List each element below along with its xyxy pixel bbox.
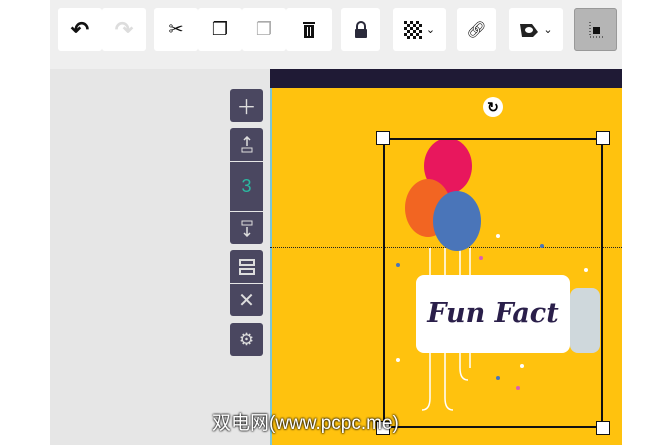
shape-button[interactable]: ⌄ bbox=[509, 8, 563, 51]
checkerboard-icon bbox=[403, 20, 422, 39]
transparency-button[interactable]: ⌄ bbox=[393, 8, 446, 51]
add-page-button[interactable]: ＋ bbox=[230, 89, 263, 122]
selection-box[interactable] bbox=[383, 138, 603, 428]
page-number: 3 bbox=[230, 162, 263, 211]
move-up-button[interactable] bbox=[230, 128, 263, 161]
paste-button[interactable]: ❐ bbox=[242, 8, 286, 51]
redo-icon: ↷ bbox=[114, 16, 134, 42]
position-button[interactable] bbox=[574, 8, 617, 51]
duplicate-page-button[interactable] bbox=[230, 250, 263, 283]
undo-button[interactable]: ↶ bbox=[58, 8, 102, 51]
chevron-down-icon: ⌄ bbox=[425, 24, 436, 36]
chevron-down-icon: ⌄ bbox=[543, 24, 553, 36]
redo-button[interactable]: ↷ bbox=[102, 8, 146, 51]
duplicate-icon bbox=[238, 258, 255, 275]
gear-icon: ⚙ bbox=[238, 329, 255, 349]
toolbar: ↶ ↷ ✂ ❐ ❐ ⌄ 🔗︎ ⌄ bbox=[50, 0, 622, 69]
paste-icon: ❐ bbox=[255, 19, 273, 39]
cut-button[interactable]: ✂ bbox=[154, 8, 198, 51]
move-down-icon bbox=[241, 220, 252, 237]
position-icon bbox=[589, 21, 605, 37]
page-settings-button[interactable]: ⚙ bbox=[230, 323, 263, 356]
close-icon: ✕ bbox=[238, 289, 255, 312]
resize-handle[interactable] bbox=[596, 421, 610, 435]
watermark: 双电网(www.pcpc.me) bbox=[212, 413, 399, 434]
delete-page-button[interactable]: ✕ bbox=[230, 284, 263, 316]
resize-handle[interactable] bbox=[596, 131, 610, 145]
plus-icon: ＋ bbox=[236, 97, 257, 119]
shape-icon bbox=[520, 23, 539, 37]
link-button[interactable]: 🔗︎ bbox=[457, 8, 496, 51]
delete-button[interactable] bbox=[286, 8, 332, 51]
lock-icon bbox=[354, 20, 367, 38]
rotate-handle[interactable]: ↻ bbox=[483, 97, 503, 117]
move-up-icon bbox=[241, 135, 252, 152]
move-down-button[interactable] bbox=[230, 212, 263, 244]
link-icon: 🔗︎ bbox=[466, 21, 487, 39]
undo-icon: ↶ bbox=[70, 16, 90, 42]
scissors-icon: ✂ bbox=[168, 19, 184, 39]
lock-button[interactable] bbox=[341, 8, 380, 51]
copy-button[interactable]: ❐ bbox=[198, 8, 242, 51]
rotate-icon: ↻ bbox=[487, 98, 499, 115]
resize-handle[interactable] bbox=[376, 131, 390, 145]
copy-icon: ❐ bbox=[211, 19, 229, 39]
trash-icon bbox=[303, 21, 315, 38]
page-header-strip bbox=[270, 69, 622, 88]
